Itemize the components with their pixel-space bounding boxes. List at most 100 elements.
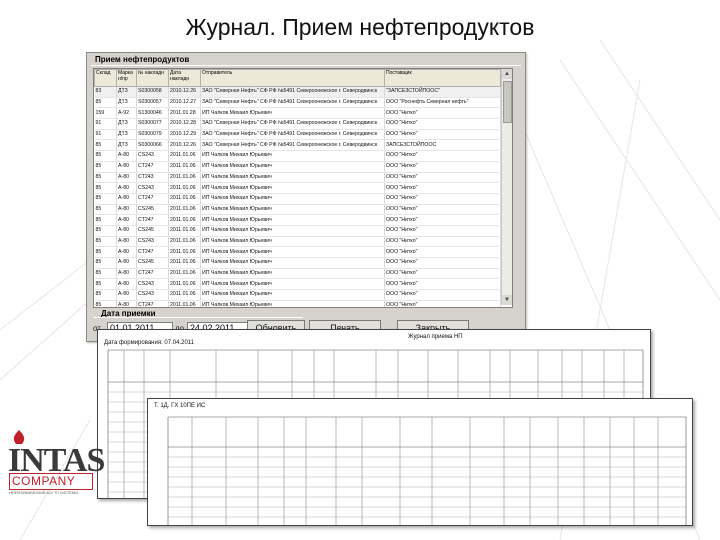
table-cell: ООО "Нитко"	[384, 257, 501, 269]
table-cell: CS245	[136, 204, 169, 216]
table-row[interactable]: 85 А-80 CT247 2011.01.06 ИП Чалков Михаил Юр…	[94, 214, 501, 226]
table-cell: CT247	[136, 246, 169, 258]
table-row[interactable]: 159 А-92 S1300046 2011.01.28 ИП Чалков Михаи…	[94, 107, 501, 120]
table-cell: 2011.01.06	[168, 257, 201, 269]
table-cell: 2011.01.06	[168, 214, 201, 226]
table-cell: 85	[94, 246, 117, 258]
grid-scrollbar[interactable]: ▲ ▼	[501, 69, 512, 305]
table-cell: А-80	[116, 225, 137, 237]
table-row[interactable]: 91 ДТЗ S0300077 2010.12.28 ЗАО "Северная Неф…	[94, 118, 501, 130]
table-row[interactable]: 85 А-80 CT247 2011.01.06 ИП Чалков Михаил Юр…	[94, 268, 501, 280]
table-cell: ООО "Нитко"	[384, 107, 501, 120]
table-cell: ООО "Нитко"	[384, 278, 501, 291]
grid-column-header[interactable]: Поставщик	[384, 69, 501, 87]
table-cell: 85	[94, 172, 117, 184]
scroll-up-icon[interactable]: ▲	[502, 69, 512, 79]
table-row[interactable]: 91 ДТЗ S0300079 2010.12.29 ЗАО "Северная Неф…	[94, 129, 501, 141]
table-cell: А-80	[116, 193, 137, 205]
table-cell: ЗАО "Северная Нефть" СФ РФ №5491 Североо…	[200, 118, 385, 130]
table-cell: ООО "Нитко"	[384, 289, 501, 301]
table-row[interactable]: 85 А-80 CT243 2011.01.06 ИП Чалков Михаил Юр…	[94, 172, 501, 184]
table-cell: 91	[94, 118, 117, 130]
table-row[interactable]: 85 А-80 CS243 2011.01.06 ИП Чалков Михаил Юр…	[94, 150, 501, 162]
date-divider	[93, 317, 303, 318]
table-cell: А-80	[116, 257, 137, 269]
table-cell: А-80	[116, 268, 137, 280]
grid-column-header[interactable]: Склад	[94, 69, 117, 87]
table-cell: А-80	[116, 278, 137, 291]
table-row[interactable]: 83 ДТЗ S0300058 2010.12.26 ЗАО "Северная Неф…	[94, 86, 501, 98]
scroll-thumb[interactable]	[503, 81, 512, 123]
table-cell: CT247	[136, 214, 169, 226]
table-cell: ООО "Роснефть Северная нефть"	[384, 97, 501, 109]
table-cell: А-80	[116, 236, 137, 248]
table-cell: CT247	[136, 193, 169, 205]
grid-body: 83 ДТЗ S0300058 2010.12.26 ЗАО "Северная Неф…	[94, 86, 501, 307]
table-cell: S0300057	[136, 97, 169, 109]
table-cell: CS243	[136, 150, 169, 162]
table-cell: ООО "Нитко"	[384, 193, 501, 205]
table-cell: ИП Чалков Михаил Юрьевич	[200, 225, 385, 237]
table-row[interactable]: 85 А-80 CT247 2011.01.06 ИП Чалков Михаил Юр…	[94, 246, 501, 258]
table-cell: 85	[94, 193, 117, 205]
table-row[interactable]: 85 А-80 CT247 2011.01.06 ИП Чалков Михаил Юр…	[94, 300, 501, 307]
table-cell: ЗАО "Северная Нефть" СФ РФ №5491 Североо…	[200, 129, 385, 141]
table-cell: ИП Чалков Михаил Юрьевич	[200, 204, 385, 216]
table-cell: ДТЗ	[116, 129, 137, 141]
table-cell: "ЗАПСЕЗСТОЙПООС"	[384, 86, 501, 98]
grid-column-header[interactable]: № накладн	[136, 69, 169, 87]
table-cell: S1300046	[136, 107, 169, 120]
table-row[interactable]: 85 А-80 CS245 2011.01.06 ИП Чалков Михаил Юр…	[94, 204, 501, 216]
table-cell: S0300077	[136, 118, 169, 130]
table-row[interactable]: 85 А-80 CS245 2011.01.06 ИП Чалков Михаил Юр…	[94, 257, 501, 269]
table-cell: ООО "Нитко"	[384, 172, 501, 184]
table-cell: 85	[94, 204, 117, 216]
table-cell: ИП Чалков Михаил Юрьевич	[200, 150, 385, 162]
table-cell: 2010.12.27	[168, 97, 201, 109]
table-cell: ЗАО "Северная Нефть" СФ РФ №5491 Североо…	[200, 86, 385, 98]
table-cell: ИП Чалков Михаил Юрьевич	[200, 289, 385, 301]
table-row[interactable]: 85 А-80 CS243 2011.01.06 ИП Чалков Михаил Юр…	[94, 182, 501, 194]
table-row[interactable]: 85 А-80 CS243 2011.01.06 ИП Чалков Михаил Юр…	[94, 278, 501, 291]
table-row[interactable]: 85 ДТЗ S0300057 2010.12.27 ЗАО "Северная Неф…	[94, 97, 501, 109]
table-row[interactable]: 85 А-80 CS245 2011.01.06 ИП Чалков Михаил Юр…	[94, 225, 501, 237]
table-cell: ИП Чалков Михаил Юрьевич	[200, 107, 385, 120]
table-cell: ООО "Нитко"	[384, 129, 501, 141]
table-cell: 85	[94, 300, 117, 307]
table-cell: 159	[94, 107, 117, 120]
table-row[interactable]: 85 А-80 CS243 2011.01.06 ИП Чалков Михаил Юр…	[94, 236, 501, 248]
table-cell: 2011.01.06	[168, 161, 201, 173]
table-cell: ИП Чалков Михаил Юрьевич	[200, 161, 385, 173]
table-row[interactable]: 85 А-80 CS243 2011.01.06 ИП Чалков Михаил Юр…	[94, 289, 501, 301]
grid-column-header[interactable]: Марка н/пр	[116, 69, 137, 87]
table-cell: ЗАО "Северная Нефть" СФ РФ №5491 Североо…	[200, 97, 385, 109]
table-row[interactable]: 85 А-80 CT247 2011.01.06 ИП Чалков Михаил Юр…	[94, 193, 501, 205]
table-cell: 2010.12.28	[168, 118, 201, 130]
grid-column-header[interactable]: Дата накладн	[168, 69, 201, 87]
table-cell: ООО "Нитко"	[384, 300, 501, 307]
receipts-grid[interactable]: Склад Марка н/пр № накладн Дата накладн Отпр…	[93, 68, 513, 308]
table-cell: ООО "Нитко"	[384, 182, 501, 194]
table-cell: 85	[94, 268, 117, 280]
table-cell: ИП Чалков Михаил Юрьевич	[200, 278, 385, 291]
table-cell: А-80	[116, 150, 137, 162]
table-cell: 2011.01.06	[168, 225, 201, 237]
table-cell: S0300079	[136, 129, 169, 141]
table-cell: А-80	[116, 289, 137, 301]
table-cell: А-80	[116, 182, 137, 194]
table-cell: 2011.01.06	[168, 172, 201, 184]
table-cell: 2011.01.06	[168, 278, 201, 291]
table-cell: ООО "Нитко"	[384, 246, 501, 258]
report2-grid-lines	[167, 416, 687, 525]
table-cell: 2011.01.06	[168, 300, 201, 307]
table-cell: ИП Чалков Михаил Юрьевич	[200, 236, 385, 248]
table-row[interactable]: 85 ДТЗ S0300066 2010.12.26 ЗАО "Северная Неф…	[94, 139, 501, 152]
table-cell: 85	[94, 214, 117, 226]
scroll-down-icon[interactable]: ▼	[502, 295, 512, 305]
grid-column-header[interactable]: Отправитель	[200, 69, 385, 87]
table-cell: ИП Чалков Михаил Юрьевич	[200, 214, 385, 226]
table-cell: ООО "Нитко"	[384, 204, 501, 216]
table-cell: 2011.01.06	[168, 182, 201, 194]
table-row[interactable]: 85 А-80 CT247 2011.01.06 ИП Чалков Михаил Юр…	[94, 161, 501, 173]
table-cell: 83	[94, 86, 117, 98]
